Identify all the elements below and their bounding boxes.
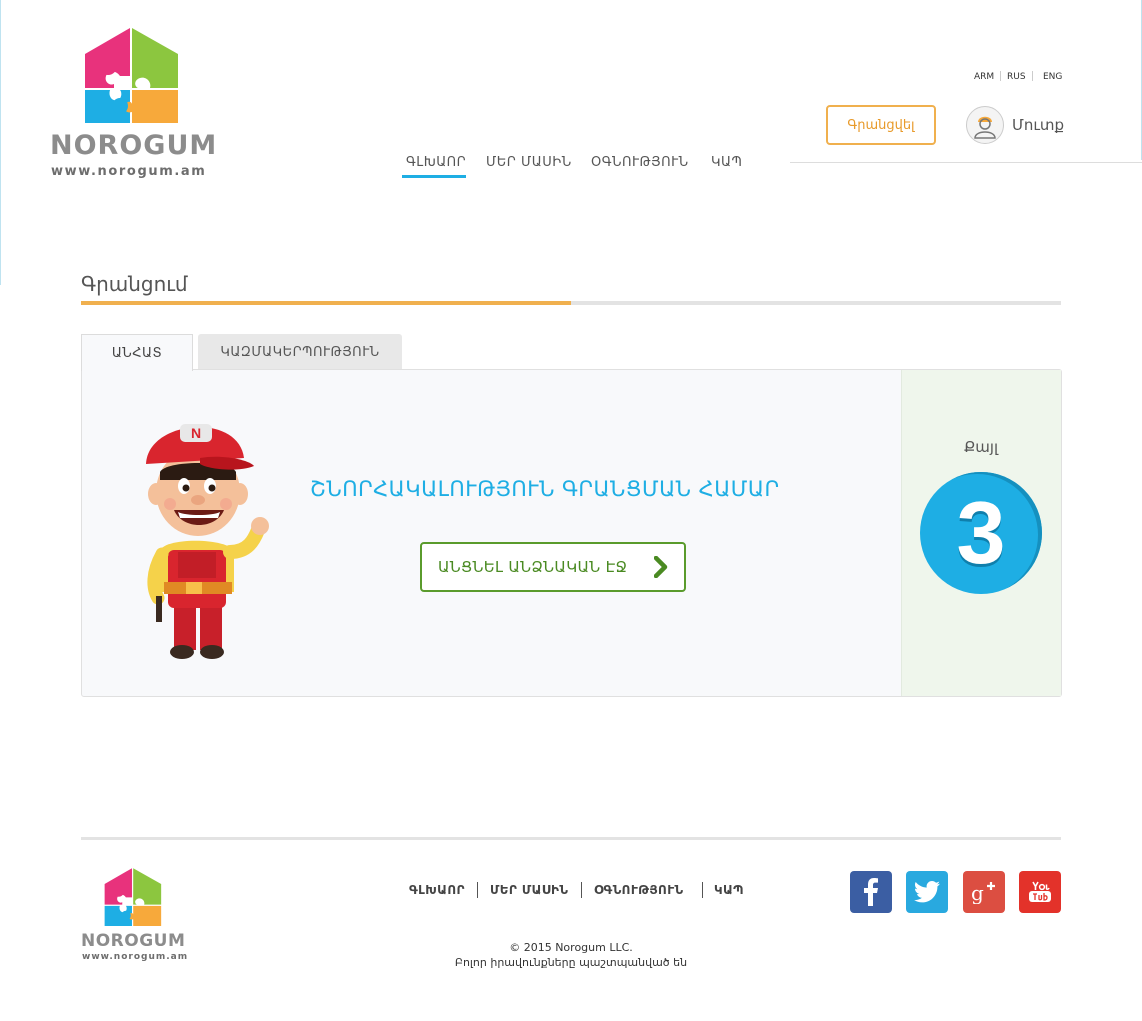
footer-nav-home[interactable]: ԳԼԽԱՈՐ [409, 883, 465, 897]
site-logo[interactable]: NOROGUM www.norogum.am [50, 26, 218, 182]
login-link[interactable]: Մուտք [966, 106, 1064, 144]
logo-url: www.norogum.am [51, 164, 207, 179]
footer-divider [81, 837, 1061, 840]
facebook-icon [864, 878, 878, 906]
lang-divider [1000, 71, 1001, 81]
nav-item-about[interactable]: ՄԵՐ ՄԱՍԻՆ [486, 155, 572, 170]
worker-user-icon [974, 116, 996, 139]
left-border-line [0, 0, 1, 285]
lang-divider [1032, 71, 1033, 81]
nav-item-help[interactable]: ՕԳՆՈՒԹՅՈՒՆ [591, 155, 689, 170]
google-plus-button[interactable]: g [963, 871, 1005, 913]
footer-logo-url: www.norogum.am [82, 952, 189, 962]
mascot-cap-letter: N [191, 425, 201, 441]
youtube-icon [1029, 881, 1051, 902]
footer-logo[interactable]: NOROGUM www.norogum.am [81, 867, 189, 967]
worker-mascot-illustration: N [146, 424, 269, 659]
logo-wordmark: NOROGUM [50, 130, 218, 161]
rights-text: Բոլոր իրավունքները պաշտպանված են [454, 956, 688, 969]
facebook-button[interactable] [850, 871, 892, 913]
svg-text:g: g [971, 881, 984, 904]
thank-you-heading: ՇՆՈՐՀԱԿԱԼՈՒԹՅՈՒՆ ԳՐԱՆՑՄԱՆ ՀԱՄԱՐ [310, 477, 780, 501]
login-label: Մուտք [1012, 116, 1065, 134]
youtube-button[interactable] [1019, 871, 1061, 913]
tab-individual[interactable]: ԱՆՀԱՏ [81, 334, 193, 371]
google-plus-icon: g [971, 881, 995, 904]
registration-progress-bar [81, 301, 571, 305]
footer-logo-wordmark: NOROGUM [81, 931, 186, 951]
footer-nav-divider [581, 882, 582, 898]
footer-nav-help[interactable]: ՕԳՆՈՒԹՅՈՒՆ [594, 883, 684, 897]
copyright-text: © 2015 Norogum LLC. [509, 941, 633, 954]
puzzle-house-icon [104, 868, 162, 926]
footer-nav-divider [702, 882, 703, 898]
header-divider [790, 162, 1142, 163]
twitter-icon [914, 881, 940, 903]
lang-eng-link[interactable]: ENG [1043, 72, 1062, 82]
lang-arm-link[interactable]: ARM [974, 72, 994, 82]
footer-nav-contact[interactable]: ԿԱՊ [714, 883, 744, 897]
puzzle-house-icon [85, 28, 178, 123]
nav-item-home[interactable]: ԳԼԽԱՈՐ [406, 155, 466, 170]
footer-copyright: © 2015 Norogum LLC. Բոլոր իրավունքները պ… [440, 940, 702, 970]
register-button[interactable]: Գրանցվել [826, 105, 936, 145]
nav-active-indicator [402, 175, 466, 178]
user-avatar [966, 106, 1004, 144]
tab-organization[interactable]: ԿԱԶՄԱԿԵՐՊՈՒԹՅՈՒՆ [198, 334, 402, 370]
go-to-profile-button[interactable]: ԱՆՑՆԵԼ ԱՆՁՆԱԿԱՆ ԷՋ [420, 542, 686, 592]
step-badge: 3 [920, 472, 1042, 594]
footer-nav-about[interactable]: ՄԵՐ ՄԱՍԻՆ [490, 883, 568, 897]
go-to-profile-label: ԱՆՑՆԵԼ ԱՆՁՆԱԿԱՆ ԷՋ [438, 558, 628, 576]
step-label: Քայլ [963, 438, 999, 456]
step-number: 3 [956, 483, 1006, 582]
chevron-right-icon [654, 556, 668, 578]
lang-rus-link[interactable]: RUS [1007, 72, 1026, 82]
nav-item-contact[interactable]: ԿԱՊ [711, 155, 742, 170]
footer-nav-divider [477, 882, 478, 898]
page-title: Գրանցում [81, 272, 188, 296]
twitter-button[interactable] [906, 871, 948, 913]
